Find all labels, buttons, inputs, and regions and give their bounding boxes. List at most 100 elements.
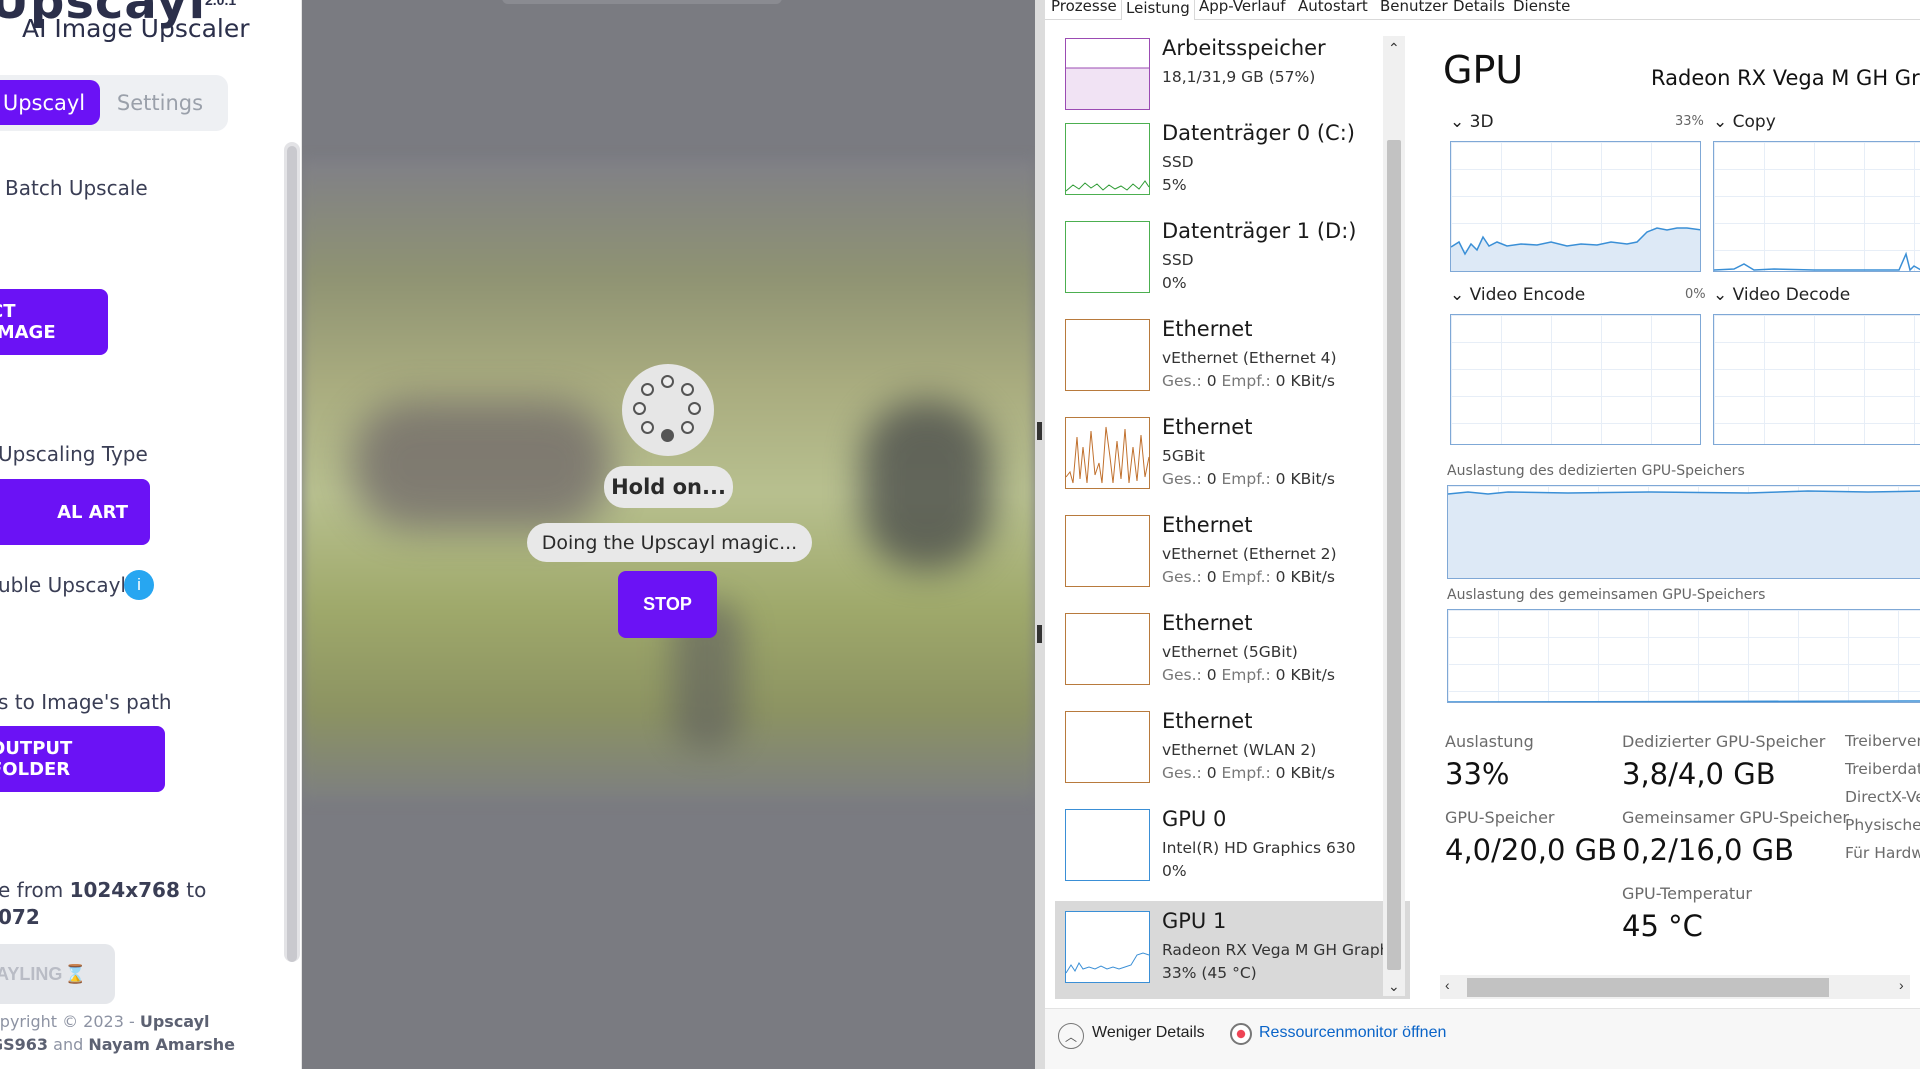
resource-item-ethernet[interactable]: Ethernet vEthernet (Ethernet 4) Ges.: 0 E… bbox=[1055, 309, 1410, 407]
tab-details[interactable]: Details bbox=[1453, 0, 1505, 15]
set-output-folder-button[interactable]: OUTPUT FOLDER bbox=[0, 726, 165, 792]
engine-video-encode-selector[interactable]: ⌄ Video Encode bbox=[1450, 285, 1585, 305]
select-image-button[interactable]: CT IMAGE bbox=[0, 289, 108, 355]
resource-detail: vEthernet (Ethernet 4) Ges.: 0 Empf.: 0 K… bbox=[1162, 347, 1337, 393]
adapter-name: vEthernet (Ethernet 4) bbox=[1162, 349, 1337, 367]
resource-type: SSD bbox=[1162, 251, 1194, 269]
gpu-mini-graph bbox=[1065, 911, 1150, 983]
send-value: 0 bbox=[1206, 666, 1217, 684]
graph-video-encode bbox=[1450, 314, 1701, 445]
resource-item-ethernet[interactable]: Ethernet 5GBit Ges.: 0 Empf.: 0 KBit/s bbox=[1055, 407, 1410, 505]
footer-author-b[interactable]: Nayam Amarshe bbox=[88, 1035, 235, 1054]
resource-item-disk-c[interactable]: Datenträger 0 (C:) SSD 5% bbox=[1055, 113, 1410, 211]
engine-label: Copy bbox=[1732, 112, 1776, 132]
tab-prozesse[interactable]: Prozesse bbox=[1051, 0, 1117, 15]
chevron-up-icon[interactable]: ︿ bbox=[1058, 1023, 1084, 1049]
engine-3d-selector[interactable]: ⌄ 3D bbox=[1450, 112, 1494, 132]
resource-name: Ethernet bbox=[1162, 513, 1253, 537]
resource-item-gpu-1[interactable]: GPU 1 Radeon RX Vega M GH Graph 33% (45 °… bbox=[1055, 901, 1410, 999]
tab-autostart[interactable]: Autostart bbox=[1298, 0, 1368, 15]
graph-dedicated-memory bbox=[1447, 485, 1920, 579]
graph-copy bbox=[1713, 141, 1920, 272]
preview-image-shape bbox=[862, 400, 992, 570]
resolution-target: 072 bbox=[0, 905, 40, 929]
memory-mini-graph bbox=[1065, 38, 1150, 110]
engine-copy-selector[interactable]: ⌄ Copy bbox=[1713, 112, 1776, 132]
scroll-up-icon[interactable]: ⌃ bbox=[1388, 40, 1400, 57]
preview-image-shape bbox=[352, 400, 612, 530]
resource-list-scroll-thumb[interactable] bbox=[1387, 140, 1401, 970]
dedicated-memory-label: Dedizierter GPU-Speicher bbox=[1622, 732, 1826, 751]
tab-app-verlauf[interactable]: App-Verlauf bbox=[1199, 0, 1285, 15]
resolution-to-word: to bbox=[179, 878, 207, 902]
resource-item-ethernet[interactable]: Ethernet vEthernet (5GBit) Ges.: 0 Empf.:… bbox=[1055, 603, 1410, 701]
resolution-info: e from 1024x768 to bbox=[0, 878, 206, 902]
resource-item-disk-d[interactable]: Datenträger 1 (D:) SSD 0% bbox=[1055, 211, 1410, 309]
resource-item-gpu-0[interactable]: GPU 0 Intel(R) HD Graphics 630 0% bbox=[1055, 799, 1410, 897]
tab-upscayl[interactable]: Upscayl bbox=[0, 80, 100, 125]
engine-label: 3D bbox=[1469, 112, 1494, 132]
scroll-down-icon[interactable]: ⌄ bbox=[1388, 978, 1400, 995]
adapter-name: vEthernet (WLAN 2) bbox=[1162, 741, 1317, 759]
window-gap bbox=[1035, 0, 1045, 1069]
send-label: Ges.: bbox=[1162, 764, 1207, 782]
footer-brand-link[interactable]: Upscayl bbox=[140, 1012, 210, 1031]
tab-settings[interactable]: Settings bbox=[110, 80, 210, 125]
send-value: 0 bbox=[1206, 764, 1217, 782]
utilization-label: Auslastung bbox=[1445, 732, 1534, 751]
send-label: Ges.: bbox=[1162, 470, 1207, 488]
resource-name: GPU 1 bbox=[1162, 909, 1227, 933]
resource-item-ethernet[interactable]: Ethernet vEthernet (Ethernet 2) Ges.: 0 E… bbox=[1055, 505, 1410, 603]
directx-version-label: DirectX-Ve bbox=[1845, 788, 1920, 806]
adapter-name: vEthernet (Ethernet 2) bbox=[1162, 545, 1337, 563]
chevron-down-icon: ⌄ bbox=[1713, 112, 1728, 132]
ethernet-mini-graph bbox=[1065, 319, 1150, 391]
driver-version-label: Treibervers bbox=[1845, 732, 1920, 750]
gpu-model-name: Radeon RX Vega M GH Gra bbox=[1651, 66, 1920, 90]
footer-and: and bbox=[48, 1035, 89, 1054]
batch-upscale-toggle-label[interactable]: Batch Upscale bbox=[5, 176, 148, 200]
shared-memory-label: Gemeinsamer GPU-Speicher bbox=[1622, 808, 1849, 827]
hold-on-text: Hold on... bbox=[604, 466, 733, 508]
stop-button[interactable]: STOP bbox=[618, 571, 717, 638]
receive-value: 0 KBit/s bbox=[1275, 470, 1335, 488]
receive-label: Empf.: bbox=[1216, 666, 1276, 684]
resource-detail: Intel(R) HD Graphics 630 0% bbox=[1162, 837, 1356, 883]
tab-benutzer[interactable]: Benutzer bbox=[1380, 0, 1448, 15]
graph-shared-memory-line bbox=[1448, 700, 1920, 702]
resource-usage: 0% bbox=[1162, 274, 1187, 292]
shared-memory-caption: Auslastung des gemeinsamen GPU-Speichers bbox=[1447, 587, 1766, 603]
tab-dienste[interactable]: Dienste bbox=[1513, 0, 1570, 15]
tab-leistung[interactable]: Leistung bbox=[1121, 0, 1195, 20]
gpu-temperature-value: 45 °C bbox=[1622, 909, 1703, 943]
ethernet-mini-graph bbox=[1065, 417, 1150, 489]
resource-item-ethernet[interactable]: Ethernet vEthernet (WLAN 2) Ges.: 0 Empf.… bbox=[1055, 701, 1410, 799]
sidebar-scrollbar-thumb[interactable] bbox=[287, 146, 297, 962]
resource-detail: 18,1/31,9 GB (57%) bbox=[1162, 68, 1316, 86]
scroll-right-icon[interactable]: › bbox=[1899, 977, 1904, 993]
double-upscayl-label[interactable]: uble Upscayl bbox=[0, 573, 126, 597]
chevron-down-icon: ⌄ bbox=[1450, 285, 1465, 305]
scroll-left-icon[interactable]: ‹ bbox=[1445, 977, 1450, 993]
graph-dedicated-memory-fill bbox=[1448, 490, 1920, 578]
loading-spinner-icon bbox=[622, 364, 714, 456]
info-icon[interactable]: i bbox=[124, 570, 154, 600]
resource-monitor-icon bbox=[1230, 1023, 1252, 1045]
upscayling-button: AYLING ⌛ bbox=[0, 944, 115, 1004]
progress-message: Doing the Upscayl magic... bbox=[527, 523, 812, 562]
engine-label: Video Encode bbox=[1469, 285, 1586, 305]
send-value: 0 bbox=[1206, 568, 1217, 586]
sidebar-tabbar: Upscayl Settings bbox=[0, 75, 228, 131]
model-select-button[interactable]: AL ART bbox=[0, 479, 150, 545]
task-manager-tabs: Prozesse Leistung App-Verlauf Autostart … bbox=[1045, 0, 1920, 20]
horizontal-scroll-thumb[interactable] bbox=[1467, 978, 1829, 997]
engine-video-decode-selector[interactable]: ⌄ Video Decode bbox=[1713, 285, 1850, 305]
fewer-details-link[interactable]: Weniger Details bbox=[1092, 1024, 1205, 1042]
send-value: 0 bbox=[1206, 470, 1217, 488]
resource-name: Datenträger 1 (D:) bbox=[1162, 219, 1357, 243]
resource-monitor-link[interactable]: Ressourcenmonitor öffnen bbox=[1259, 1024, 1446, 1042]
sidebar-footer: opyright © 2023 - Upscayl GS963 and Naya… bbox=[0, 1010, 235, 1056]
resource-item-memory[interactable]: Arbeitsspeicher 18,1/31,9 GB (57%) bbox=[1055, 28, 1410, 126]
footer-author-a[interactable]: GS963 bbox=[0, 1035, 48, 1054]
gpu-usage: 0% bbox=[1162, 862, 1187, 880]
